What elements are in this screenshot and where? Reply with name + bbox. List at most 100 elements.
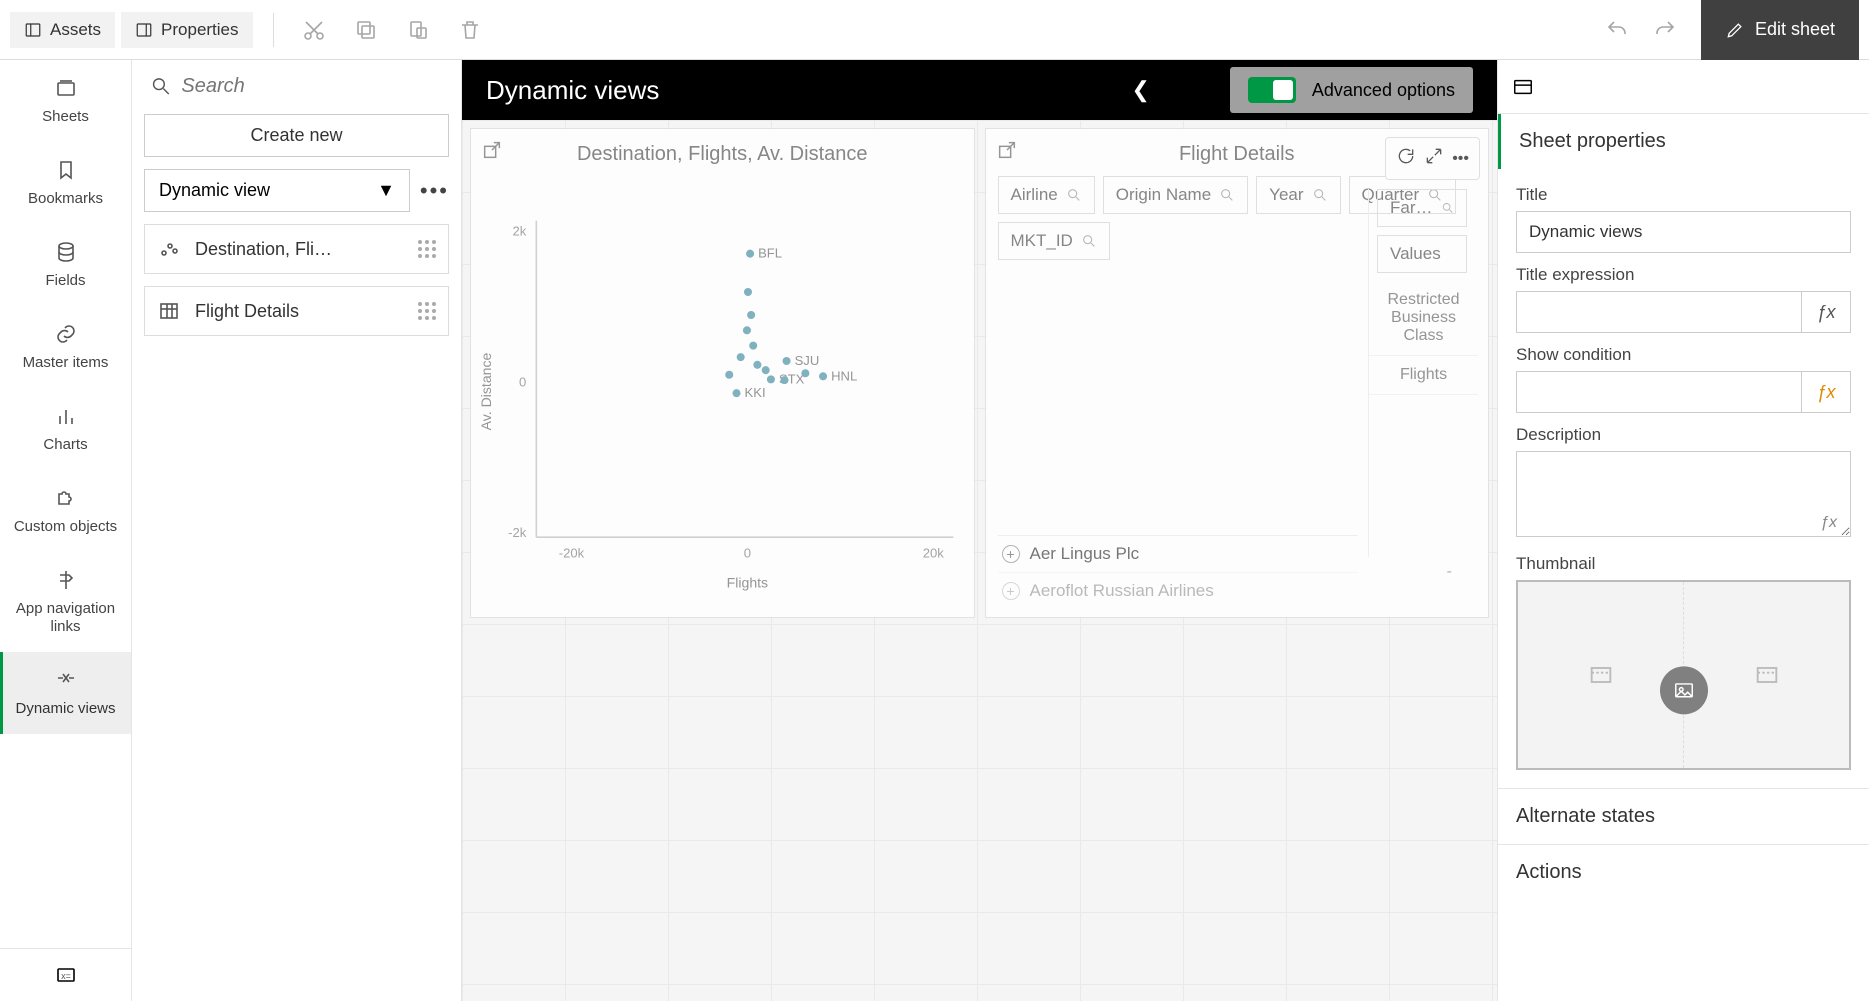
fx-button[interactable]: ƒx bbox=[1801, 291, 1851, 333]
svg-text:-20k: -20k bbox=[559, 545, 585, 560]
rail-app-nav-links[interactable]: App navigation links bbox=[0, 552, 131, 652]
rail-fields[interactable]: Fields bbox=[0, 224, 131, 306]
chip-airline[interactable]: Airline bbox=[998, 176, 1095, 214]
table-row[interactable]: +Aeroflot Russian Airlines bbox=[998, 572, 1359, 609]
scatter-icon bbox=[157, 237, 181, 261]
search-icon bbox=[1066, 187, 1082, 203]
assets-tab-label: Assets bbox=[50, 20, 101, 40]
rail-master-items[interactable]: Master items bbox=[0, 306, 131, 388]
edit-sheet-label: Edit sheet bbox=[1755, 19, 1835, 40]
svg-text:2k: 2k bbox=[512, 224, 526, 239]
assets-panel: Create new Dynamic view ▼ ••• Destinatio… bbox=[132, 60, 462, 1001]
viz-tools: ••• bbox=[1385, 137, 1480, 180]
chip-values[interactable]: Values bbox=[1377, 235, 1467, 273]
panel-left-icon bbox=[24, 21, 42, 39]
advanced-options-toggle[interactable]: Advanced options bbox=[1230, 67, 1473, 113]
section-actions[interactable]: Actions bbox=[1498, 844, 1869, 900]
sheets-icon bbox=[54, 76, 78, 100]
chip-mktid[interactable]: MKT_ID bbox=[998, 222, 1110, 260]
create-new-button[interactable]: Create new bbox=[144, 114, 449, 157]
table-row[interactable]: + Aer Lingus Plc bbox=[998, 535, 1359, 572]
thumbnail-image-button[interactable] bbox=[1660, 666, 1708, 714]
assets-tab[interactable]: Assets bbox=[10, 12, 115, 48]
advanced-options-label: Advanced options bbox=[1312, 80, 1455, 101]
svg-text:HNL: HNL bbox=[831, 368, 857, 383]
popout-icon[interactable] bbox=[481, 139, 503, 161]
svg-text:BFL: BFL bbox=[758, 246, 782, 261]
rail-master-items-label: Master items bbox=[23, 354, 109, 372]
rail-bookmarks[interactable]: Bookmarks bbox=[0, 142, 131, 224]
separator bbox=[273, 13, 274, 47]
title-expr-input[interactable] bbox=[1516, 291, 1801, 333]
properties-panel: Sheet properties Title Title expression … bbox=[1497, 60, 1869, 1001]
chip-origin[interactable]: Origin Name bbox=[1103, 176, 1248, 214]
view-more-button[interactable]: ••• bbox=[420, 178, 449, 204]
scatter-chart: Av. Distance Flights 2k 0 -2k -20k 0 20k… bbox=[471, 166, 974, 617]
svg-text:x=: x= bbox=[61, 971, 71, 981]
undo-icon[interactable] bbox=[1605, 18, 1629, 42]
show-cond-input[interactable] bbox=[1516, 371, 1801, 413]
thumbnail-label: Thumbnail bbox=[1516, 554, 1851, 574]
rail-custom-objects[interactable]: Custom objects bbox=[0, 470, 131, 552]
search-icon bbox=[1081, 233, 1097, 249]
signpost-icon bbox=[54, 568, 78, 592]
dynamic-view-select[interactable]: Dynamic view ▼ bbox=[144, 169, 410, 212]
paste-icon[interactable] bbox=[406, 18, 430, 42]
asset-item-table[interactable]: Flight Details bbox=[144, 286, 449, 336]
popout-icon[interactable] bbox=[996, 139, 1018, 161]
x-axis-label: Flights bbox=[727, 574, 768, 590]
back-caret-icon[interactable]: ❮ bbox=[1131, 77, 1149, 103]
viz-scatter[interactable]: Destination, Flights, Av. Distance Av. D… bbox=[470, 128, 975, 618]
dynamic-views-icon bbox=[54, 668, 78, 692]
asset-item-label: Flight Details bbox=[195, 301, 404, 322]
chip-year[interactable]: Year bbox=[1256, 176, 1340, 214]
expand-row-icon[interactable]: + bbox=[1002, 545, 1020, 563]
puzzle-icon bbox=[54, 486, 78, 510]
section-alternate-states[interactable]: Alternate states bbox=[1498, 788, 1869, 844]
asset-item-scatter[interactable]: Destination, Fli… bbox=[144, 224, 449, 274]
rail-charts[interactable]: Charts bbox=[0, 388, 131, 470]
delete-icon[interactable] bbox=[458, 18, 482, 42]
viz-table[interactable]: Flight Details ••• Airline Origin Name Y… bbox=[985, 128, 1490, 618]
thumbnail-box[interactable] bbox=[1516, 580, 1851, 770]
measure-column: Far… Values Restricted Business Class Fl… bbox=[1368, 189, 1478, 557]
table-icon bbox=[157, 299, 181, 323]
canvas-area: Dynamic views ❮ Advanced options Destina… bbox=[462, 60, 1497, 1001]
more-icon[interactable]: ••• bbox=[1452, 150, 1469, 168]
canvas-body[interactable]: Destination, Flights, Av. Distance Av. D… bbox=[462, 120, 1497, 1001]
toggle-switch[interactable] bbox=[1248, 77, 1296, 103]
section-sheet-properties[interactable]: Sheet properties bbox=[1498, 114, 1869, 169]
rail-charts-label: Charts bbox=[43, 436, 87, 454]
rail-custom-objects-label: Custom objects bbox=[14, 518, 117, 536]
dynamic-view-select-value: Dynamic view bbox=[159, 180, 270, 201]
expand-row-icon[interactable]: + bbox=[1002, 582, 1020, 600]
svg-text:SJU: SJU bbox=[795, 353, 820, 368]
chip-fare[interactable]: Far… bbox=[1377, 189, 1467, 227]
cut-icon[interactable] bbox=[302, 18, 326, 42]
rail-dynamic-views-label: Dynamic views bbox=[15, 700, 115, 718]
refresh-icon[interactable] bbox=[1396, 146, 1416, 171]
rail-fields-label: Fields bbox=[45, 272, 85, 290]
rail-variables[interactable]: x= bbox=[0, 948, 131, 1001]
properties-tab[interactable]: Properties bbox=[121, 12, 252, 48]
measure-header: Flights bbox=[1369, 356, 1478, 395]
fx-icon[interactable]: ƒx bbox=[1820, 514, 1837, 532]
fx-button[interactable]: ƒx bbox=[1801, 371, 1851, 413]
edit-sheet-button[interactable]: Edit sheet bbox=[1701, 0, 1859, 60]
rail-dynamic-views[interactable]: Dynamic views bbox=[0, 652, 131, 734]
grip-icon bbox=[418, 240, 436, 258]
description-label: Description bbox=[1516, 425, 1851, 445]
rail-sheets[interactable]: Sheets bbox=[0, 60, 131, 142]
variables-icon: x= bbox=[54, 963, 78, 987]
row-label: Aer Lingus Plc bbox=[1030, 544, 1140, 564]
search-input[interactable] bbox=[181, 75, 443, 98]
svg-text:20k: 20k bbox=[923, 545, 945, 560]
expand-icon[interactable] bbox=[1424, 146, 1444, 171]
canvas-header: Dynamic views ❮ Advanced options bbox=[462, 60, 1497, 120]
pencil-icon bbox=[1725, 20, 1745, 40]
redo-icon[interactable] bbox=[1653, 18, 1677, 42]
copy-icon[interactable] bbox=[354, 18, 378, 42]
title-input[interactable] bbox=[1516, 211, 1851, 253]
description-input[interactable] bbox=[1516, 451, 1851, 537]
undo-redo-group bbox=[1605, 18, 1677, 42]
